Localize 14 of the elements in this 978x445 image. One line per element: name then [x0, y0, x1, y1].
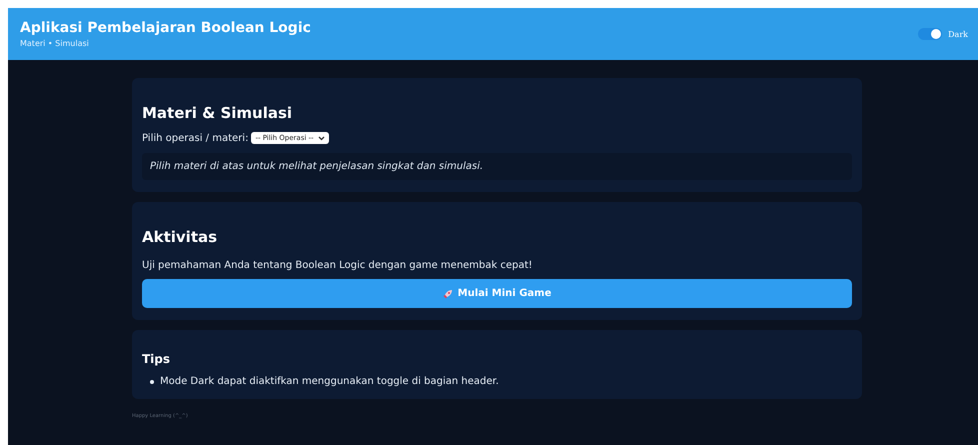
chevron-down-icon — [318, 136, 325, 140]
section-title: Materi & Simulasi — [142, 104, 294, 122]
activity-description: Uji pemahaman Anda tentang Boolean Logic dengan game menembak cepat! — [142, 260, 534, 271]
section-title: Aktivitas — [142, 228, 218, 246]
bullet-icon — [150, 380, 154, 384]
app-title: Aplikasi Pembelajaran Boolean Logic — [20, 20, 311, 36]
dark-mode-toggle[interactable] — [918, 28, 942, 40]
rocket-icon — [442, 288, 453, 298]
tip-text: Mode Dark dapat diaktifkan menggunakan toggle di bagian header. — [160, 376, 499, 387]
hint-text: Pilih materi di atas untuk melihat penjelasan singkat dan simulasi. — [142, 153, 852, 180]
section-title: Tips — [142, 352, 172, 366]
select-label: Pilih operasi / materi: — [142, 132, 248, 144]
app-subtitle: Materi • Simulasi — [20, 39, 90, 48]
toggle-label: Dark — [948, 30, 968, 38]
